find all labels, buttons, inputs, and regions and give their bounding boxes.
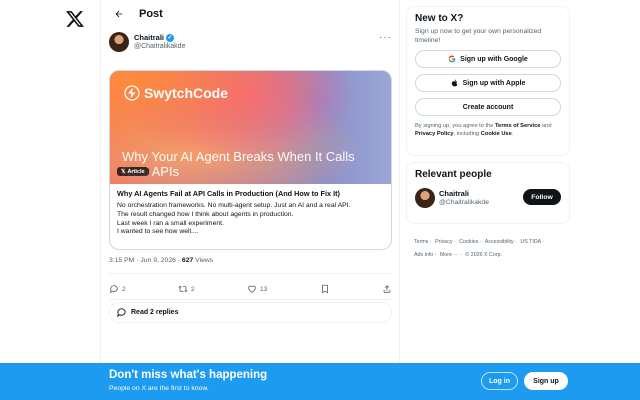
reply-icon [110,285,118,294]
signup-button[interactable]: Sign up [524,372,568,390]
bookmark-icon [321,284,328,294]
article-line: The result changed how I think about age… [117,210,294,218]
cookie-link[interactable]: Cookie Use [481,131,512,137]
footer-line: Terms · Privacy · Cookies · Accessibilit… [414,236,574,249]
heart-icon [248,285,256,293]
x-badge-icon: 𝕏 [121,168,126,175]
signup-legal-text: By signing up, you agree to the Terms of… [415,122,561,138]
person-name[interactable]: Chaitrali [439,189,469,198]
banner-title: Don't miss what's happening [109,369,268,381]
legal-text: By signing up, you agree to the [415,123,495,129]
share-button[interactable] [382,284,392,294]
page-title: Post [139,8,163,20]
article-line: No orchestration frameworks. No multi-ag… [117,202,351,209]
read-replies-label: Read 2 replies [131,309,179,316]
read-replies-button[interactable]: Read 2 replies [109,302,392,323]
reply-count: 2 [122,285,126,293]
relevant-people-panel: Relevant people Chaitrali @Chaitralikakd… [406,162,570,224]
author-name: Chaitrali [134,33,165,42]
new-to-x-panel: New to X? Sign up now to get your own pe… [406,6,570,156]
article-badge: 𝕏 Article [117,167,149,176]
post-author: Chaitrali ✓ @Chaitralikakde ··· [109,32,392,56]
footer-ustida-link[interactable]: US TIDA · [520,239,544,245]
author-name-row[interactable]: Chaitrali ✓ [134,33,175,42]
terms-link[interactable]: Terms of Service [495,123,540,129]
footer-accessibility-link[interactable]: Accessibility · [485,239,517,245]
lightning-icon [124,85,140,101]
avatar[interactable] [415,188,435,208]
author-handle[interactable]: @Chaitralikakde [134,43,185,50]
footer-adsinfo-link[interactable]: Ads info · [414,252,436,258]
legal-text: . [511,131,514,137]
legal-text: and [540,123,552,129]
like-count: 13 [260,285,268,293]
brand-name: SwytchCode [144,85,229,101]
person-row[interactable]: Chaitrali @Chaitralikakde Follow [415,188,561,214]
repost-count: 2 [191,285,195,293]
like-button[interactable]: 13 [247,284,267,294]
article-preview: Why AI Agents Fail at API Calls in Produ… [110,184,391,242]
footer-terms-link[interactable]: Terms · [414,239,432,245]
article-line: I wanted to see how well.... [117,228,199,236]
signup-google-label: Sign up with Google [460,55,528,63]
left-nav [0,0,101,400]
footer-links: Terms · Privacy · Cookies · Accessibilit… [414,236,574,262]
footer-copyright: © 2026 X Corp. [465,252,503,258]
brand-logo: SwytchCode [124,85,228,101]
create-account-button[interactable]: Create account [415,98,561,116]
article-badge-label: Article [127,168,145,175]
article-cover-image: SwytchCode Why Your AI Agent Breaks When… [110,71,391,184]
more-options-icon[interactable]: ··· [379,32,392,43]
signup-apple-label: Sign up with Apple [462,79,526,87]
article-card[interactable]: SwytchCode Why Your AI Agent Breaks When… [109,70,392,250]
signup-google-button[interactable]: Sign up with Google [415,50,561,68]
back-button[interactable] [109,4,129,24]
footer-privacy-link[interactable]: Privacy · [435,239,456,245]
article-line: Last week I ran a small experiment. [117,219,224,227]
post-actions: 2 2 13 [109,282,392,296]
article-title: Why AI Agents Fail at API Calls in Produ… [117,189,340,198]
footer-line: Ads info · More ··· · © 2026 X Corp. [414,249,574,262]
divider [109,273,392,274]
speech-bubble-icon [117,308,126,318]
google-icon [448,55,456,63]
post-header: Post [101,0,399,28]
new-to-x-subtitle: Sign up now to get your own personalized… [415,28,542,44]
reply-button[interactable]: 2 [109,284,126,294]
post-column: Post Chaitrali ✓ @Chaitralikakde ··· Swy… [101,0,400,400]
divider [109,299,392,300]
views-label: Views [193,257,214,264]
footer-more-link[interactable]: More ··· · [440,252,462,258]
signup-apple-button[interactable]: Sign up with Apple [415,74,561,92]
login-button[interactable]: Log in [481,372,518,390]
post-timestamp[interactable]: 3:15 PM · Jun 9, 2026 · [109,257,182,264]
follow-button[interactable]: Follow [523,189,561,205]
new-to-x-title: New to X? [415,13,464,24]
share-icon [383,285,391,293]
avatar[interactable] [109,32,129,52]
person-handle[interactable]: @Chaitralikakde [439,199,489,206]
cover-headline: Why Your AI Agent Breaks When It Calls R… [122,149,355,179]
bookmark-button[interactable] [320,284,330,294]
footer-cookies-link[interactable]: Cookies · [459,239,481,245]
legal-text: , including [453,131,481,137]
relevant-people-title: Relevant people [415,169,492,180]
views-count: 627 [181,257,194,264]
post-meta: 3:15 PM · Jun 9, 2026 · 627 Views [109,257,213,264]
apple-icon [451,79,457,87]
page: Post Chaitrali ✓ @Chaitralikakde ··· Swy… [0,0,640,400]
verified-badge-icon: ✓ [166,33,175,42]
x-logo-icon[interactable] [65,9,85,29]
back-arrow-icon [115,10,123,18]
banner-subtitle: People on X are the first to know. [109,385,209,392]
privacy-link[interactable]: Privacy Policy [415,131,454,137]
create-account-label: Create account [462,103,514,111]
repost-button[interactable]: 2 [178,284,195,294]
repost-icon [178,285,188,293]
